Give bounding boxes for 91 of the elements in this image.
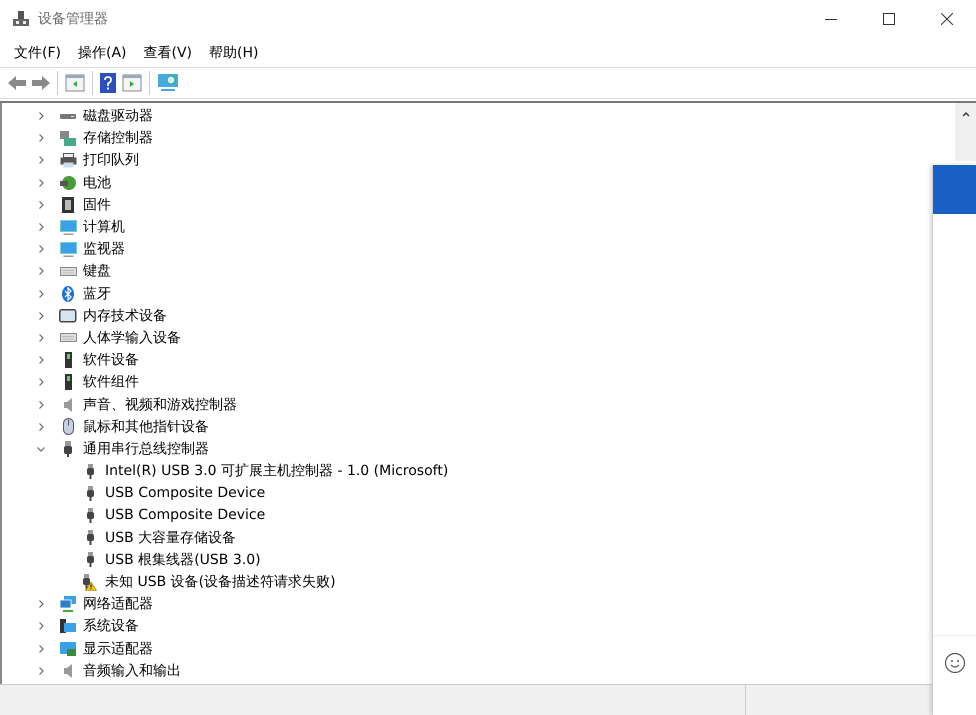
usb-plug-icon bbox=[86, 552, 94, 568]
monitor-icon bbox=[60, 242, 76, 257]
tree-item-label[interactable]: USB Composite Device bbox=[105, 485, 266, 502]
expand-chevron-icon[interactable] bbox=[37, 112, 45, 120]
tree-item-label[interactable]: 网络适配器 bbox=[83, 595, 153, 614]
tree-item-label[interactable]: 音频输入和输出 bbox=[83, 662, 181, 680]
storage-controller-icon bbox=[60, 130, 76, 146]
scrollbar[interactable] bbox=[955, 103, 976, 161]
menu-item[interactable]: 操作(A) bbox=[70, 44, 134, 62]
tree-item-label[interactable]: 固件 bbox=[83, 196, 111, 214]
expand-chevron-icon[interactable] bbox=[37, 245, 45, 254]
speaker-icon bbox=[64, 398, 72, 412]
close-icon bbox=[941, 13, 953, 25]
expand-chevron-icon[interactable] bbox=[37, 178, 45, 187]
usb-plug-icon bbox=[86, 530, 94, 546]
expand-chevron-icon[interactable] bbox=[37, 622, 45, 630]
drive-icon bbox=[60, 114, 76, 119]
chip-icon bbox=[62, 196, 74, 213]
tower-icon bbox=[64, 352, 72, 368]
minimize-icon bbox=[825, 18, 837, 20]
tree-item-label[interactable]: 存储控制器 bbox=[83, 129, 153, 148]
tree-item-label[interactable]: 内存技术设备 bbox=[83, 306, 167, 325]
expand-chevron-icon[interactable] bbox=[37, 312, 45, 320]
monitor-magnifier-icon bbox=[157, 73, 179, 93]
expand-chevron-icon[interactable] bbox=[37, 334, 45, 342]
menu-item[interactable]: 帮助(H) bbox=[202, 44, 266, 62]
tree-item-label[interactable]: 计算机 bbox=[83, 218, 125, 236]
expand-chevron-icon[interactable] bbox=[37, 290, 45, 298]
usb-plug-icon bbox=[86, 508, 94, 523]
keyboard-icon bbox=[60, 333, 76, 342]
tower-icon bbox=[64, 374, 72, 390]
display-adapter-icon bbox=[60, 642, 76, 656]
device-manager-icon bbox=[12, 10, 30, 28]
tree-item-label[interactable]: 键盘 bbox=[83, 262, 111, 280]
tree-item-label[interactable]: Intel(R) USB 3.0 可扩展主机控制器 - 1.0 (Microsoft) bbox=[105, 462, 448, 480]
pane-left-icon bbox=[65, 74, 85, 92]
tree-item-label[interactable]: USB 根集线器(USB 3.0) bbox=[105, 550, 261, 569]
tree-item-label[interactable]: 监视器 bbox=[83, 240, 125, 258]
tree-item-label[interactable]: 磁盘驱动器 bbox=[83, 107, 153, 126]
usb-plug-icon bbox=[86, 486, 94, 501]
expand-chevron-icon[interactable] bbox=[37, 444, 45, 453]
back-arrow-icon bbox=[8, 76, 26, 90]
smiley-icon[interactable] bbox=[944, 652, 966, 674]
tree-item-label[interactable]: 蓝牙 bbox=[83, 284, 111, 303]
menu-item[interactable]: 查看(V) bbox=[136, 44, 200, 62]
monitor-icon bbox=[60, 220, 76, 235]
maximize-icon bbox=[883, 13, 895, 25]
tree-item-label[interactable]: USB Composite Device bbox=[105, 507, 266, 524]
panel-header bbox=[933, 165, 976, 214]
usb-plug-warning-icon bbox=[83, 574, 97, 591]
system-icon bbox=[60, 619, 76, 634]
bluetooth-icon bbox=[62, 286, 74, 302]
expand-chevron-icon[interactable] bbox=[37, 134, 45, 142]
tree-item-label[interactable]: USB 大容量存储设备 bbox=[105, 528, 236, 547]
usb-plug-icon bbox=[86, 464, 94, 479]
tree-item-label[interactable]: 通用串行总线控制器 bbox=[83, 440, 209, 458]
expand-chevron-icon[interactable] bbox=[37, 600, 45, 608]
usb-plug-icon bbox=[64, 440, 72, 457]
menu-item[interactable]: 文件(F) bbox=[7, 44, 68, 62]
tree-item-label[interactable]: 未知 USB 设备(设备描述符请求失败) bbox=[105, 573, 336, 592]
expand-chevron-icon[interactable] bbox=[37, 644, 45, 653]
expand-chevron-icon[interactable] bbox=[37, 267, 45, 276]
help-icon bbox=[100, 73, 116, 93]
window-title: 设备管理器 bbox=[38, 10, 108, 28]
keyboard-icon bbox=[60, 266, 76, 276]
tree-item-label[interactable]: 显示适配器 bbox=[83, 640, 153, 658]
tree-item-label[interactable]: 系统设备 bbox=[83, 617, 139, 636]
tree-item-label[interactable]: 人体学输入设备 bbox=[83, 328, 181, 347]
mouse-icon bbox=[62, 418, 74, 436]
tree-item-label[interactable]: 电池 bbox=[83, 174, 111, 192]
battery-icon bbox=[60, 176, 76, 190]
expand-chevron-icon[interactable] bbox=[37, 666, 45, 675]
network-icon bbox=[60, 596, 76, 612]
expand-chevron-icon[interactable] bbox=[37, 356, 45, 364]
tree-item-label[interactable]: 声音、视频和游戏控制器 bbox=[83, 396, 237, 414]
forward-arrow-icon bbox=[32, 76, 50, 90]
help-button[interactable] bbox=[97, 70, 119, 96]
memory-card-icon bbox=[59, 309, 77, 323]
expand-chevron-icon[interactable] bbox=[37, 200, 45, 209]
tree-item-label[interactable]: 打印队列 bbox=[83, 151, 139, 170]
speaker-icon bbox=[64, 664, 72, 678]
expand-chevron-icon[interactable] bbox=[37, 400, 45, 409]
expand-chevron-icon[interactable] bbox=[37, 156, 45, 164]
expand-chevron-icon[interactable] bbox=[37, 422, 45, 431]
pane-right-icon bbox=[122, 74, 142, 92]
tree-item-label[interactable]: 鼠标和其他指针设备 bbox=[83, 418, 209, 436]
expand-chevron-icon[interactable] bbox=[37, 378, 45, 386]
tree-item-label[interactable]: 软件组件 bbox=[83, 373, 139, 392]
expand-chevron-icon[interactable] bbox=[37, 223, 45, 232]
printer-icon bbox=[60, 153, 76, 168]
tree-item-label[interactable]: 软件设备 bbox=[83, 351, 139, 370]
